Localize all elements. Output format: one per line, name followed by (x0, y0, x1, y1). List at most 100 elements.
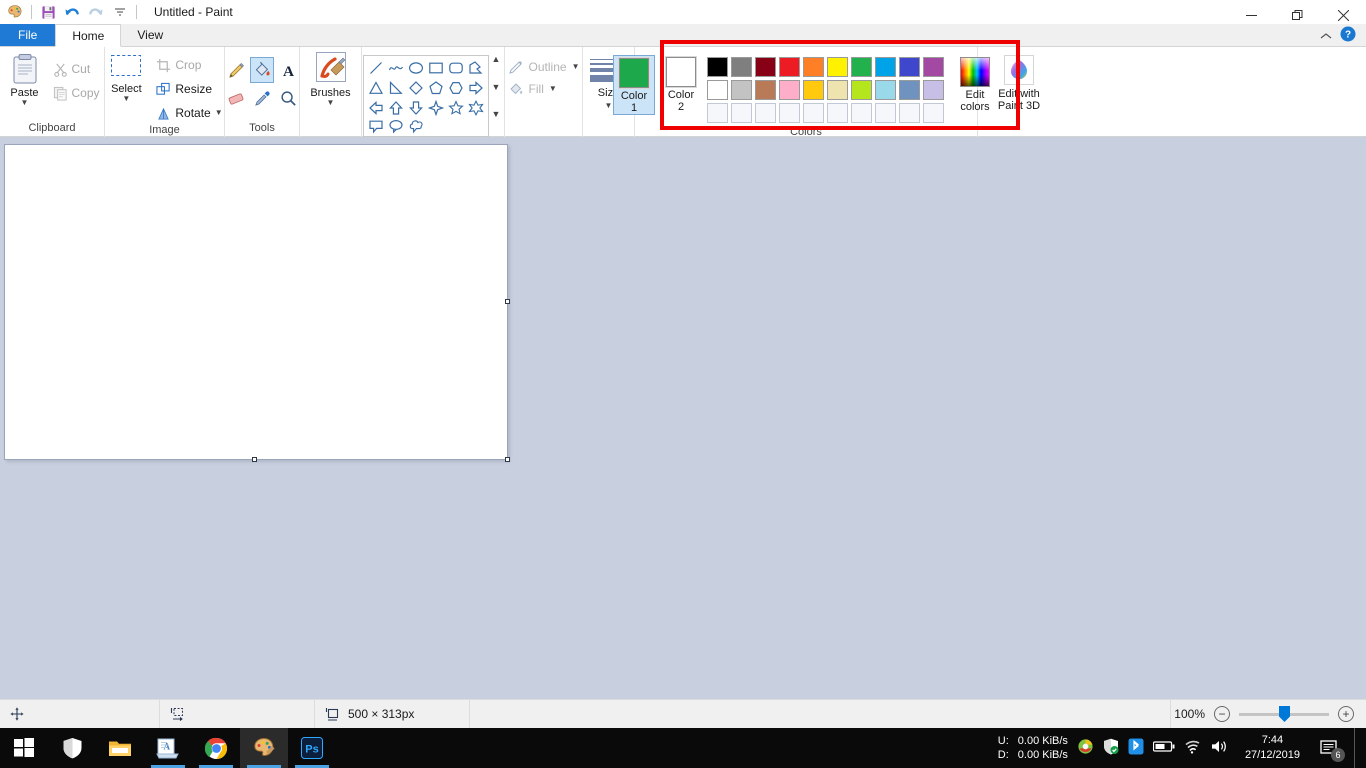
palette-swatch-3-8[interactable] (875, 103, 896, 123)
redo-icon[interactable] (85, 2, 107, 22)
palette-swatch-2-3[interactable] (755, 80, 776, 100)
size-dropdown-icon[interactable]: ▼ (605, 102, 613, 110)
customize-qat-icon[interactable] (109, 2, 131, 22)
color-picker-tool[interactable] (250, 85, 274, 111)
palette-swatch-3-1[interactable] (707, 103, 728, 123)
palette-swatch-1-5[interactable] (803, 57, 824, 77)
google-chrome-taskbar-icon[interactable] (192, 728, 240, 768)
palette-swatch-3-5[interactable] (803, 103, 824, 123)
palette-swatch-2-7[interactable] (851, 80, 872, 100)
palette-swatch-1-1[interactable] (707, 57, 728, 77)
color-palette[interactable] (707, 55, 946, 125)
pencil-tool[interactable] (224, 57, 248, 83)
battery-icon[interactable] (1152, 740, 1175, 756)
shape-oval[interactable] (406, 58, 426, 78)
eraser-tool[interactable] (224, 85, 248, 111)
palette-swatch-1-4[interactable] (779, 57, 800, 77)
show-desktop-button[interactable] (1354, 728, 1360, 768)
color-1-button[interactable]: Color 1 (613, 55, 655, 115)
magnifier-tool[interactable] (276, 85, 300, 111)
palette-swatch-3-3[interactable] (755, 103, 776, 123)
zoom-in-button[interactable]: + (1338, 706, 1354, 722)
taskbar-clock[interactable]: 7:44 27/12/2019 (1239, 733, 1306, 763)
microsoft-paint-taskbar-icon[interactable] (240, 728, 288, 768)
color-2-button[interactable]: Color 2 (660, 55, 702, 113)
crop-button[interactable]: Crop (153, 55, 225, 75)
shape-up-arrow[interactable] (386, 98, 406, 118)
collapse-ribbon-icon[interactable] (1320, 29, 1332, 43)
edit-with-paint3d-button[interactable]: Edit with Paint 3D (998, 51, 1040, 112)
file-explorer-taskbar-icon[interactable] (96, 728, 144, 768)
palette-swatch-1-7[interactable] (851, 57, 872, 77)
shape-polygon[interactable] (466, 58, 486, 78)
shapes-expand-icon[interactable]: ▼ (492, 110, 501, 119)
palette-swatch-3-6[interactable] (827, 103, 848, 123)
palette-swatch-1-8[interactable] (875, 57, 896, 77)
bluetooth-icon[interactable] (1128, 738, 1144, 758)
shape-rounded-rect-callout[interactable] (366, 118, 386, 134)
canvas-handle-bottom[interactable] (252, 457, 257, 462)
paste-dropdown-icon[interactable]: ▼ (21, 99, 29, 107)
internet-download-manager-icon[interactable] (1077, 738, 1094, 758)
shape-right-arrow[interactable] (466, 78, 486, 98)
copy-button[interactable]: Copy (50, 83, 103, 103)
cut-button[interactable]: Cut (50, 59, 103, 79)
shapes-gallery[interactable] (363, 55, 489, 137)
fill-button[interactable]: Fill ▼ (508, 81, 580, 97)
palette-swatch-2-10[interactable] (923, 80, 944, 100)
shape-six-point-star[interactable] (466, 98, 486, 118)
zoom-out-button[interactable]: − (1214, 706, 1230, 722)
shapes-scroll-down-icon[interactable]: ▼ (492, 82, 501, 92)
shape-right-triangle[interactable] (386, 78, 406, 98)
windows-defender-icon[interactable] (1103, 738, 1119, 758)
tab-file[interactable]: File (0, 24, 56, 46)
rotate-button[interactable]: Rotate ▼ (153, 103, 225, 123)
shapes-scroll-up-icon[interactable]: ▲ (492, 55, 501, 64)
palette-swatch-2-4[interactable] (779, 80, 800, 100)
palette-swatch-3-9[interactable] (899, 103, 920, 123)
palette-swatch-2-9[interactable] (899, 80, 920, 100)
paint-palette-icon[interactable] (4, 2, 26, 22)
zoom-slider-thumb[interactable] (1279, 706, 1290, 722)
start-button[interactable] (0, 728, 48, 768)
outline-dropdown-icon[interactable]: ▼ (572, 63, 580, 71)
drawing-canvas[interactable] (4, 144, 508, 460)
zoom-slider[interactable] (1239, 706, 1329, 722)
palette-swatch-2-6[interactable] (827, 80, 848, 100)
shape-hexagon[interactable] (446, 78, 466, 98)
palette-swatch-1-6[interactable] (827, 57, 848, 77)
palette-swatch-1-10[interactable] (923, 57, 944, 77)
palette-swatch-1-2[interactable] (731, 57, 752, 77)
palette-swatch-1-9[interactable] (899, 57, 920, 77)
shape-cloud-callout[interactable] (406, 118, 426, 134)
palette-swatch-2-8[interactable] (875, 80, 896, 100)
shape-oval-callout[interactable] (386, 118, 406, 134)
palette-swatch-3-7[interactable] (851, 103, 872, 123)
brushes-dropdown-icon[interactable]: ▼ (327, 99, 335, 107)
palette-swatch-3-10[interactable] (923, 103, 944, 123)
shape-line[interactable] (366, 58, 386, 78)
palette-swatch-2-2[interactable] (731, 80, 752, 100)
canvas-work-area[interactable]: KERCINDONESIA (0, 137, 1366, 768)
shape-four-point-star[interactable] (426, 98, 446, 118)
select-button[interactable]: Select ▼ (103, 53, 149, 123)
notification-center-button[interactable]: 6 (1315, 728, 1345, 768)
shape-curve[interactable] (386, 58, 406, 78)
shapes-scroll-controls[interactable]: ▲ ▼ ▼ (489, 55, 503, 119)
palette-swatch-3-4[interactable] (779, 103, 800, 123)
adobe-photoshop-taskbar-icon[interactable]: Ps (288, 728, 336, 768)
tab-home[interactable]: Home (55, 24, 122, 47)
shape-rounded-rectangle[interactable] (446, 58, 466, 78)
shape-rectangle[interactable] (426, 58, 446, 78)
palette-swatch-2-1[interactable] (707, 80, 728, 100)
palette-swatch-1-3[interactable] (755, 57, 776, 77)
text-tool[interactable]: A (276, 57, 300, 83)
undo-icon[interactable] (61, 2, 83, 22)
palette-swatch-3-2[interactable] (731, 103, 752, 123)
shape-triangle[interactable] (366, 78, 386, 98)
shape-left-arrow[interactable] (366, 98, 386, 118)
rotate-dropdown-icon[interactable]: ▼ (215, 109, 223, 117)
canvas-handle-corner[interactable] (505, 457, 510, 462)
shape-diamond[interactable] (406, 78, 426, 98)
shape-five-point-star[interactable] (446, 98, 466, 118)
